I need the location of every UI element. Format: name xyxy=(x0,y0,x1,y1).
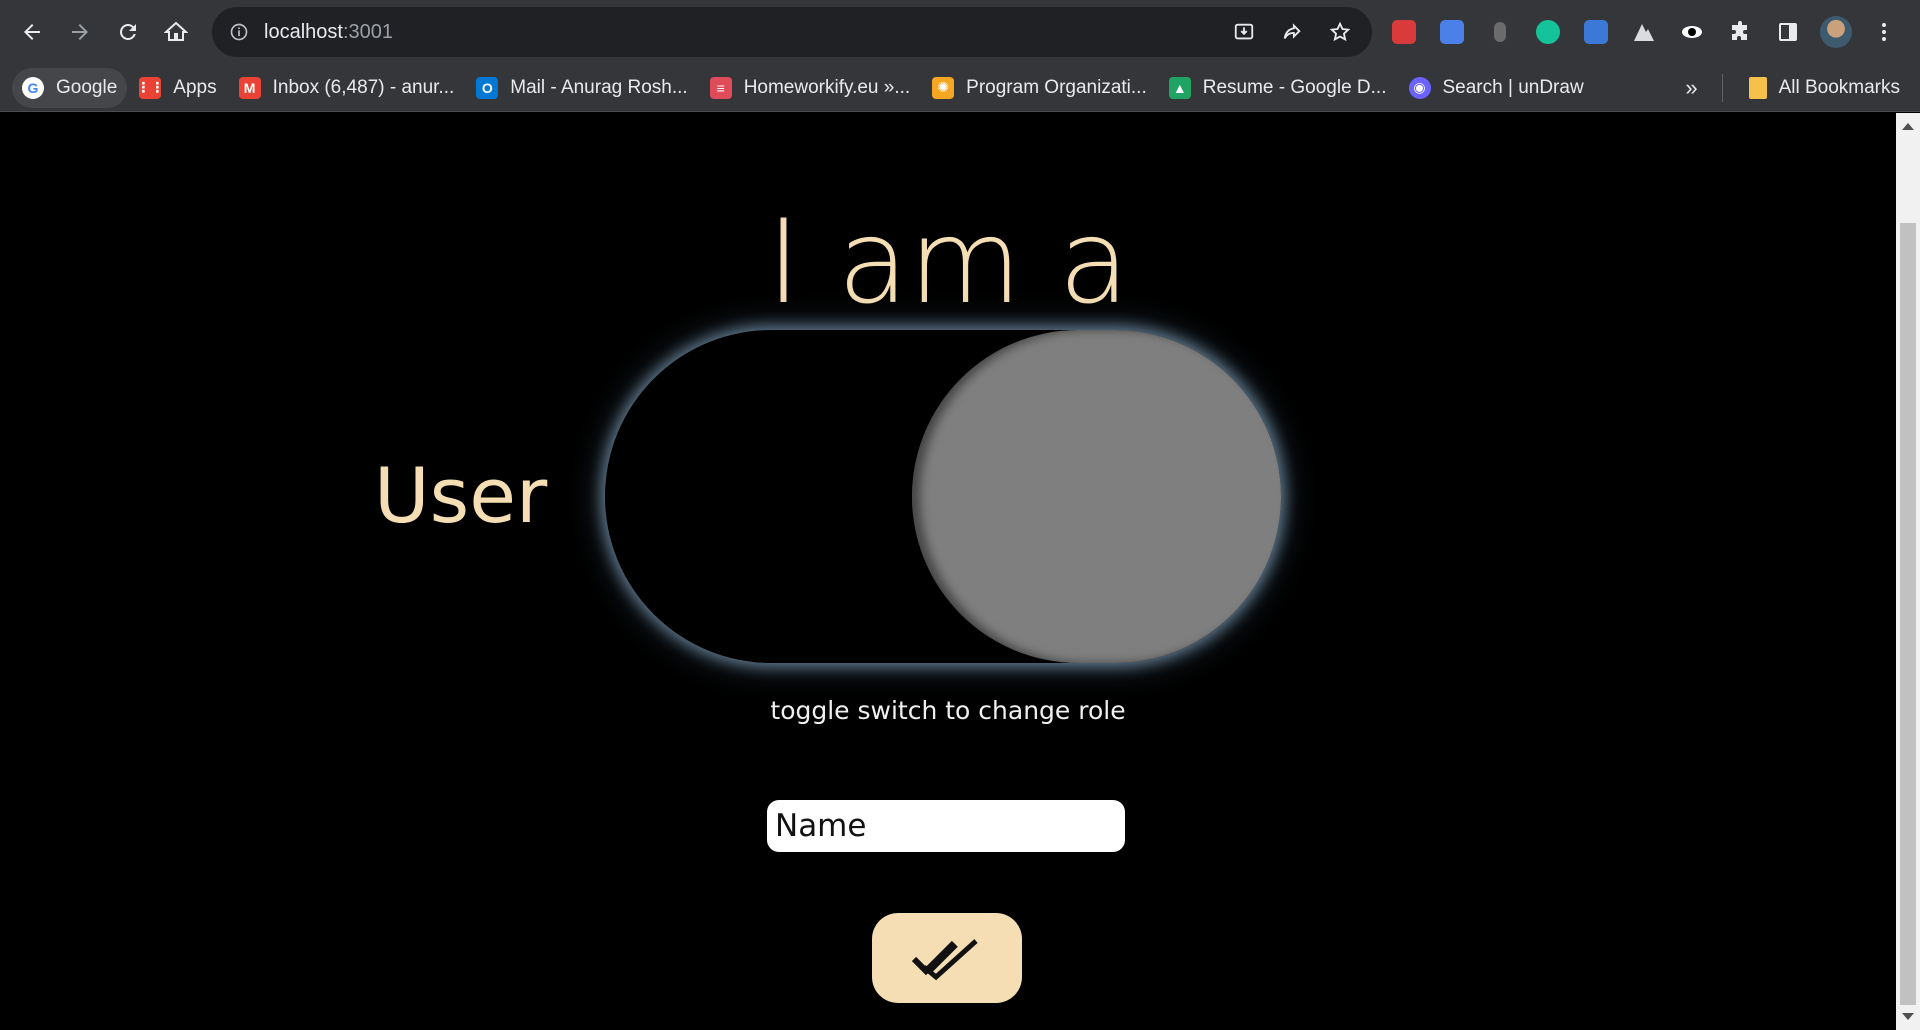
side-panel-icon[interactable] xyxy=(1768,12,1808,52)
extension-mouse-icon[interactable] xyxy=(1480,12,1520,52)
scroll-down-arrow-icon[interactable] xyxy=(1902,1013,1914,1020)
home-button[interactable] xyxy=(158,14,194,50)
extension-eye-icon[interactable] xyxy=(1672,12,1712,52)
install-app-icon[interactable] xyxy=(1224,12,1264,52)
books-icon: ≡ xyxy=(709,76,732,99)
back-button[interactable] xyxy=(14,14,50,50)
bookmark-label: Resume - Google D... xyxy=(1202,76,1387,98)
bookmark-label: Homeworkify.eu »... xyxy=(743,76,911,98)
toggle-hint-text: toggle switch to change role xyxy=(770,696,1126,725)
google-drive-icon: ▲ xyxy=(1168,76,1191,99)
bookmark-item[interactable]: G Google xyxy=(12,67,128,108)
address-bar[interactable]: localhost:3001 xyxy=(212,7,1372,57)
bookmark-item[interactable]: M Inbox (6,487) - anur... xyxy=(229,68,465,108)
google-icon: G xyxy=(22,76,44,99)
share-icon[interactable] xyxy=(1272,12,1312,52)
all-bookmarks-label: All Bookmarks xyxy=(1778,77,1900,98)
bookmark-label: Mail - Anurag Rosh... xyxy=(510,76,688,98)
role-toggle-switch[interactable] xyxy=(605,330,1281,663)
vertical-scrollbar[interactable] xyxy=(1896,113,1920,1030)
outlook-icon: O xyxy=(476,76,499,99)
bookmark-label: Google xyxy=(56,76,118,98)
scrollbar-thumb[interactable] xyxy=(1900,223,1916,1005)
bookmark-label: Search | unDraw xyxy=(1442,76,1584,98)
role-label: User xyxy=(374,451,548,540)
bookmark-item[interactable]: ≡ Homeworkify.eu »... xyxy=(700,68,920,108)
arrow-left-icon xyxy=(24,24,40,40)
home-icon xyxy=(164,21,188,41)
bookmark-label: Apps xyxy=(173,76,217,98)
browser-toolbar: localhost:3001 xyxy=(0,0,1920,64)
bookmarks-divider xyxy=(1721,74,1723,102)
gear-badge-icon: ✺ xyxy=(932,76,955,99)
bookmark-item[interactable]: O Mail - Anurag Rosh... xyxy=(466,68,697,108)
extensions-puzzle-icon[interactable] xyxy=(1720,12,1760,52)
toggle-knob[interactable] xyxy=(912,330,1281,663)
grammarly-icon[interactable] xyxy=(1528,12,1568,52)
undraw-icon: ◉ xyxy=(1408,76,1431,99)
scroll-up-arrow-icon[interactable] xyxy=(1902,123,1914,130)
page-viewport: I am a User toggle switch to change role xyxy=(0,113,1896,1030)
bookmark-item[interactable]: ⋮⋮ Apps xyxy=(129,68,226,108)
url-text: localhost:3001 xyxy=(264,21,393,44)
gmail-icon: M xyxy=(238,76,261,99)
double-check-icon xyxy=(911,939,978,981)
bookmark-label: Inbox (6,487) - anur... xyxy=(272,76,455,98)
site-info-icon[interactable] xyxy=(228,21,250,43)
folder-icon xyxy=(1748,77,1767,99)
bookmark-item[interactable]: ✺ Program Organizati... xyxy=(922,68,1157,108)
bookmark-item[interactable]: ◉ Search | unDraw xyxy=(1399,68,1594,108)
extension-mountain-icon[interactable] xyxy=(1624,12,1664,52)
forward-button[interactable] xyxy=(62,14,98,50)
submit-button[interactable] xyxy=(872,913,1022,1003)
bookmark-star-icon[interactable] xyxy=(1320,12,1360,52)
bookmark-item[interactable]: ▲ Resume - Google D... xyxy=(1159,68,1397,108)
bookmark-label: Program Organizati... xyxy=(966,76,1147,98)
bookmarks-overflow-chevron-icon[interactable]: » xyxy=(1685,75,1697,101)
page-heading: I am a xyxy=(766,195,1130,330)
profile-avatar[interactable] xyxy=(1816,12,1856,52)
extension-puzzle-red-icon[interactable] xyxy=(1384,12,1424,52)
url-host: localhost xyxy=(264,20,343,43)
extension-windows-icon[interactable] xyxy=(1576,12,1616,52)
bookmarks-bar: G Google ⋮⋮ Apps M Inbox (6,487) - anur... O Ma… xyxy=(0,64,1920,112)
url-port: :3001 xyxy=(342,20,393,43)
apps-grid-icon: ⋮⋮ xyxy=(136,76,164,99)
arrow-right-icon xyxy=(72,24,88,40)
name-input[interactable] xyxy=(767,800,1125,852)
reload-button[interactable] xyxy=(110,14,146,50)
google-translate-icon[interactable] xyxy=(1432,12,1472,52)
reload-icon xyxy=(120,24,136,40)
more-menu-icon[interactable] xyxy=(1864,12,1904,52)
all-bookmarks-button[interactable]: All Bookmarks xyxy=(1739,68,1910,108)
